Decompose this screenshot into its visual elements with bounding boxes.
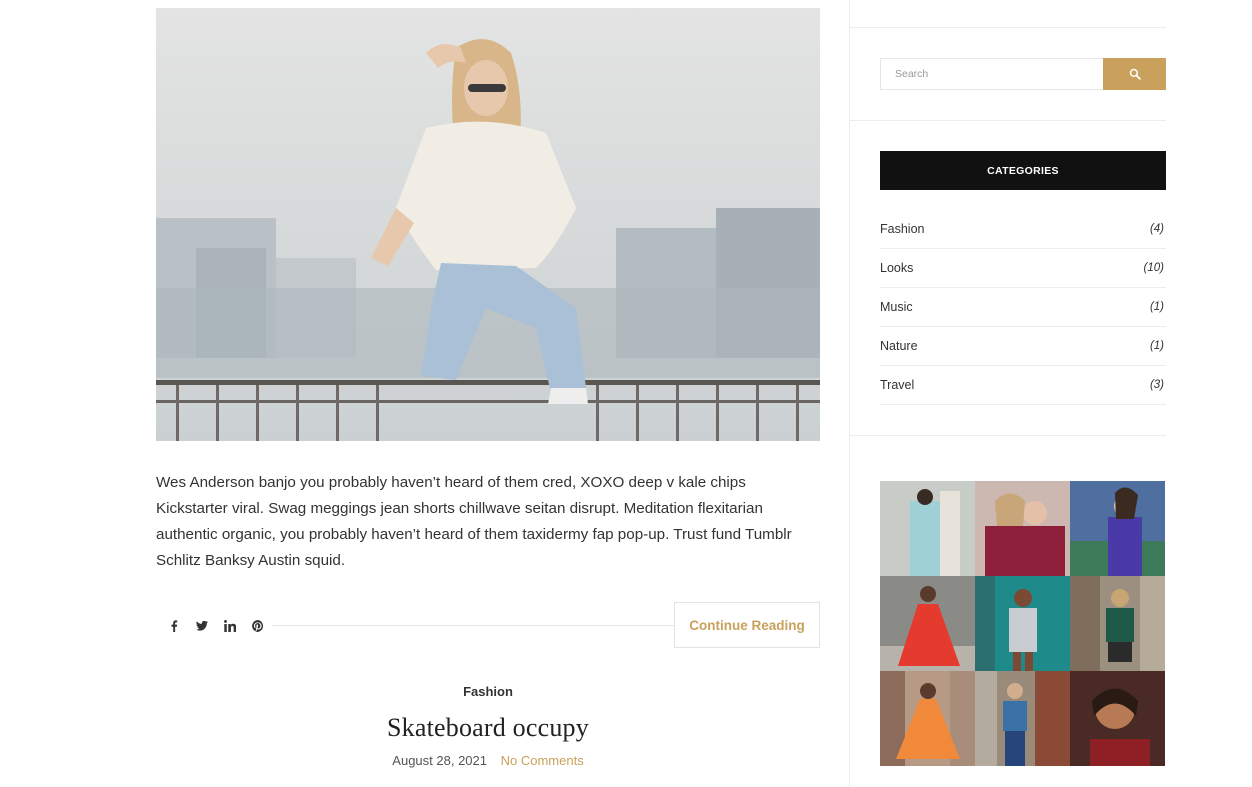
next-post-header: Fashion Skateboard occupy August 28, 202… (156, 684, 820, 768)
divider (272, 625, 676, 626)
sidebar-rule (850, 435, 1166, 436)
gallery-thumbnail[interactable] (880, 481, 975, 576)
post-footer: Continue Reading (156, 602, 820, 648)
continue-reading-button[interactable]: Continue Reading (674, 602, 820, 648)
post-category-link[interactable]: Fashion (156, 684, 820, 699)
category-count: (3) (1149, 379, 1164, 391)
category-item-travel[interactable]: Travel (3) (880, 366, 1166, 405)
facebook-icon[interactable] (160, 617, 188, 635)
gallery-thumbnail[interactable] (880, 576, 975, 671)
post-featured-image[interactable] (156, 8, 820, 441)
gallery-thumbnail[interactable] (975, 481, 1070, 576)
gallery-thumbnail[interactable] (1070, 481, 1165, 576)
post-excerpt: Wes Anderson banjo you probably haven’t … (156, 474, 792, 569)
post-meta: August 28, 2021 No Comments (156, 753, 820, 768)
search-button[interactable] (1103, 58, 1166, 90)
category-name: Fashion (880, 222, 925, 236)
twitter-icon[interactable] (188, 617, 216, 635)
category-item-looks[interactable]: Looks (10) (880, 249, 1166, 288)
category-name: Nature (880, 339, 918, 353)
gallery-thumbnail[interactable] (1070, 576, 1165, 671)
pinterest-icon[interactable] (244, 617, 272, 635)
categories-list: Fashion (4) Looks (10) Music (1) Nature … (880, 210, 1166, 405)
category-name: Travel (880, 378, 915, 392)
search-icon (1129, 68, 1141, 80)
category-count: (1) (1149, 340, 1164, 352)
category-count: (4) (1149, 223, 1164, 235)
instagram-gallery (880, 481, 1166, 766)
share-icons (160, 617, 272, 635)
category-count: (10) (1143, 262, 1164, 274)
linkedin-icon[interactable] (216, 617, 244, 635)
sidebar-rule (850, 27, 1166, 28)
search-input[interactable] (880, 58, 1103, 90)
gallery-thumbnail[interactable] (1070, 671, 1165, 766)
gallery-thumbnail[interactable] (880, 671, 975, 766)
category-name: Music (880, 300, 913, 314)
post-date: August 28, 2021 (392, 753, 487, 768)
category-item-fashion[interactable]: Fashion (4) (880, 210, 1166, 249)
category-count: (1) (1149, 301, 1164, 313)
search-widget (880, 58, 1166, 90)
gallery-thumbnail[interactable] (975, 576, 1070, 671)
gallery-thumbnail[interactable] (975, 671, 1070, 766)
woman-on-railing-photo (156, 8, 820, 441)
categories-widget-title: CATEGORIES (880, 151, 1166, 190)
sidebar-rule (850, 120, 1166, 121)
category-item-nature[interactable]: Nature (1) (880, 327, 1166, 366)
comments-link[interactable]: No Comments (501, 753, 584, 768)
sidebar-divider (849, 0, 850, 787)
category-name: Looks (880, 261, 914, 275)
post-title[interactable]: Skateboard occupy (156, 713, 820, 743)
category-item-music[interactable]: Music (1) (880, 288, 1166, 327)
